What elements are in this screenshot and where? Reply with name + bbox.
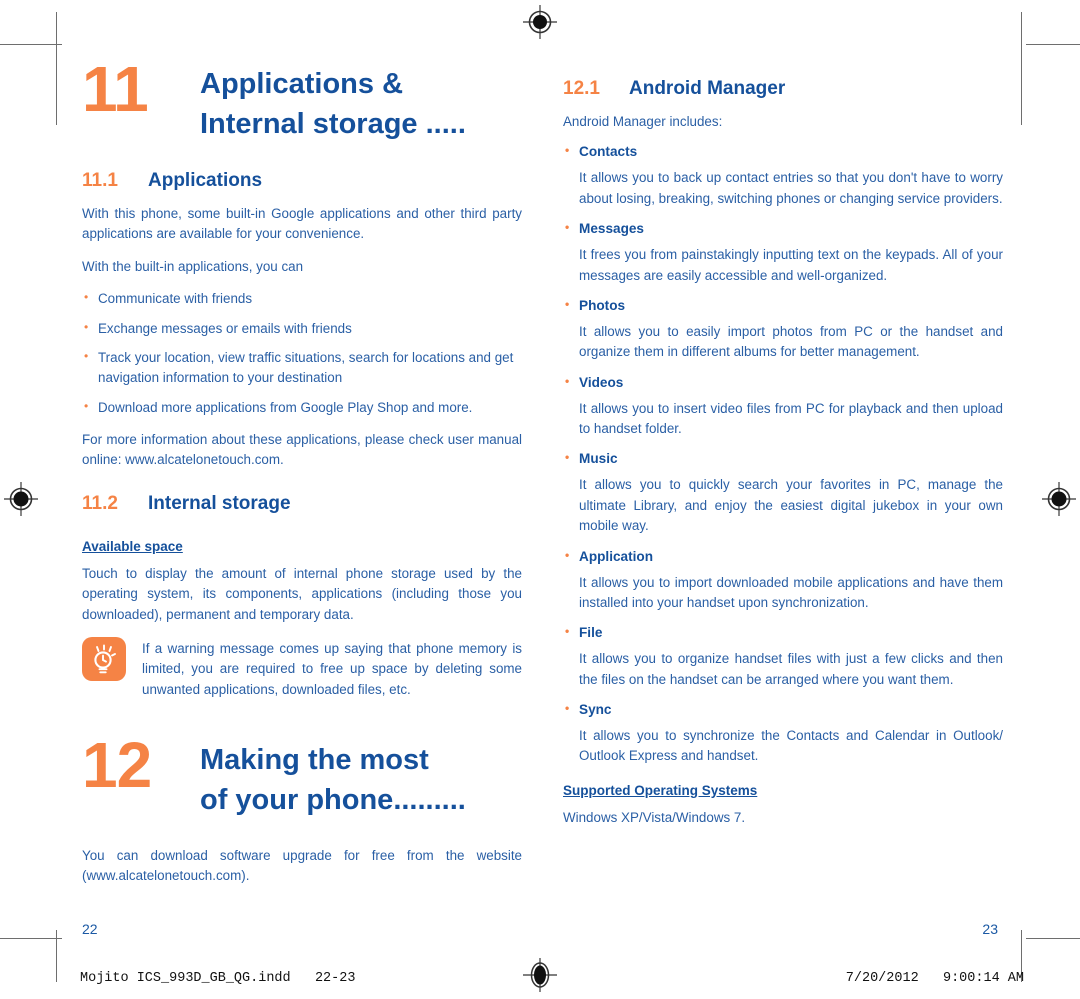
applications-intro: With this phone, some built-in Google ap… xyxy=(82,206,522,242)
page-spread: 11 Applications & Internal storage .....… xyxy=(0,0,1080,999)
lightbulb-icon xyxy=(82,636,126,681)
left-page: 11 Applications & Internal storage .....… xyxy=(82,53,522,887)
footer-filename: Mojito ICS_993D_GB_QG.indd 22-23 xyxy=(80,971,356,986)
applications-lead-in: With the built-in applications, you can xyxy=(82,258,304,274)
feature-list: Contacts It allows you to back up contac… xyxy=(563,143,1003,766)
feature-description: It allows you to back up contact entries… xyxy=(579,170,1003,206)
list-item: Track your location, view traffic situat… xyxy=(82,347,522,389)
available-space-subheading: Available space xyxy=(82,538,183,554)
list-item: Communicate with friends xyxy=(82,288,522,309)
section-12-1-number: 12.1 xyxy=(563,78,600,99)
page-number-right: 23 xyxy=(982,921,998,937)
list-item: Photos xyxy=(563,297,1003,313)
chapter-12-title: Making the most of your phone......... xyxy=(200,740,466,820)
feature-description: It allows you to quickly search your fav… xyxy=(579,477,1003,534)
feature-description: It frees you from painstakingly inputtin… xyxy=(579,247,1003,283)
applications-bullet-list: Communicate with friends Exchange messag… xyxy=(82,288,522,418)
list-item: Music xyxy=(563,450,1003,466)
right-page: 12.1 Android Manager Android Manager inc… xyxy=(563,78,1003,828)
list-item: Videos xyxy=(563,374,1003,390)
list-item: Application xyxy=(563,548,1003,564)
chapter-11-heading: 11 Applications & Internal storage ..... xyxy=(82,53,522,144)
section-11-2-name: Internal storage xyxy=(148,492,291,514)
chapter-12-title-line2: of your phone......... xyxy=(200,784,466,817)
chapter-12-heading: 12 Making the most of your phone........… xyxy=(82,729,522,820)
list-item: Exchange messages or emails with friends xyxy=(82,318,522,339)
section-11-1-heading: 11.1 Applications xyxy=(82,170,522,192)
list-item: File xyxy=(563,624,1003,640)
section-12-1-name: Android Manager xyxy=(629,78,786,99)
list-item: Contacts xyxy=(563,143,1003,159)
internal-storage-body: Touch to display the amount of internal … xyxy=(82,565,522,622)
list-item: Download more applications from Google P… xyxy=(82,397,522,418)
chapter-12-number: 12 xyxy=(82,729,152,802)
chapter-12-body: You can download software upgrade for fr… xyxy=(82,848,522,884)
chapter-11-title: Applications & Internal storage ..... xyxy=(200,64,466,144)
section-11-1-name: Applications xyxy=(148,170,263,192)
feature-description: It allows you to insert video files from… xyxy=(579,400,1003,436)
section-11-2-number: 11.2 xyxy=(82,492,118,514)
list-item: Messages xyxy=(563,220,1003,236)
supported-os-subheading: Supported Operating Systems xyxy=(563,782,758,798)
section-11-2-heading: 11.2 Internal storage xyxy=(82,493,522,515)
page-number-left: 22 xyxy=(82,921,98,937)
feature-description: It allows you to easily import photos fr… xyxy=(579,323,1003,360)
chapter-11-number: 11 xyxy=(82,53,149,125)
footer-timestamp: 7/20/2012 9:00:14 AM xyxy=(845,971,1024,986)
chapter-12-title-line1: Making the most xyxy=(200,744,429,777)
section-11-1-number: 11.1 xyxy=(82,170,118,192)
feature-description: It allows you to import downloaded mobil… xyxy=(579,574,1003,610)
list-item: Sync xyxy=(563,701,1003,717)
feature-description: It allows you to synchronize the Contact… xyxy=(579,728,1003,764)
chapter-11-title-line2: Internal storage ..... xyxy=(200,108,466,141)
supported-os-text: Windows XP/Vista/Windows 7. xyxy=(563,809,746,825)
section-12-1-heading: 12.1 Android Manager xyxy=(563,78,1003,100)
android-manager-intro: Android Manager includes: xyxy=(563,114,723,129)
chapter-11-title-line1: Applications & xyxy=(200,68,404,100)
applications-outro: For more information about these applica… xyxy=(82,432,522,468)
tip-text: If a warning message comes up saying tha… xyxy=(142,640,522,697)
tip-callout: If a warning message comes up saying tha… xyxy=(82,636,522,700)
feature-description: It allows you to organize handset files … xyxy=(579,651,1003,687)
